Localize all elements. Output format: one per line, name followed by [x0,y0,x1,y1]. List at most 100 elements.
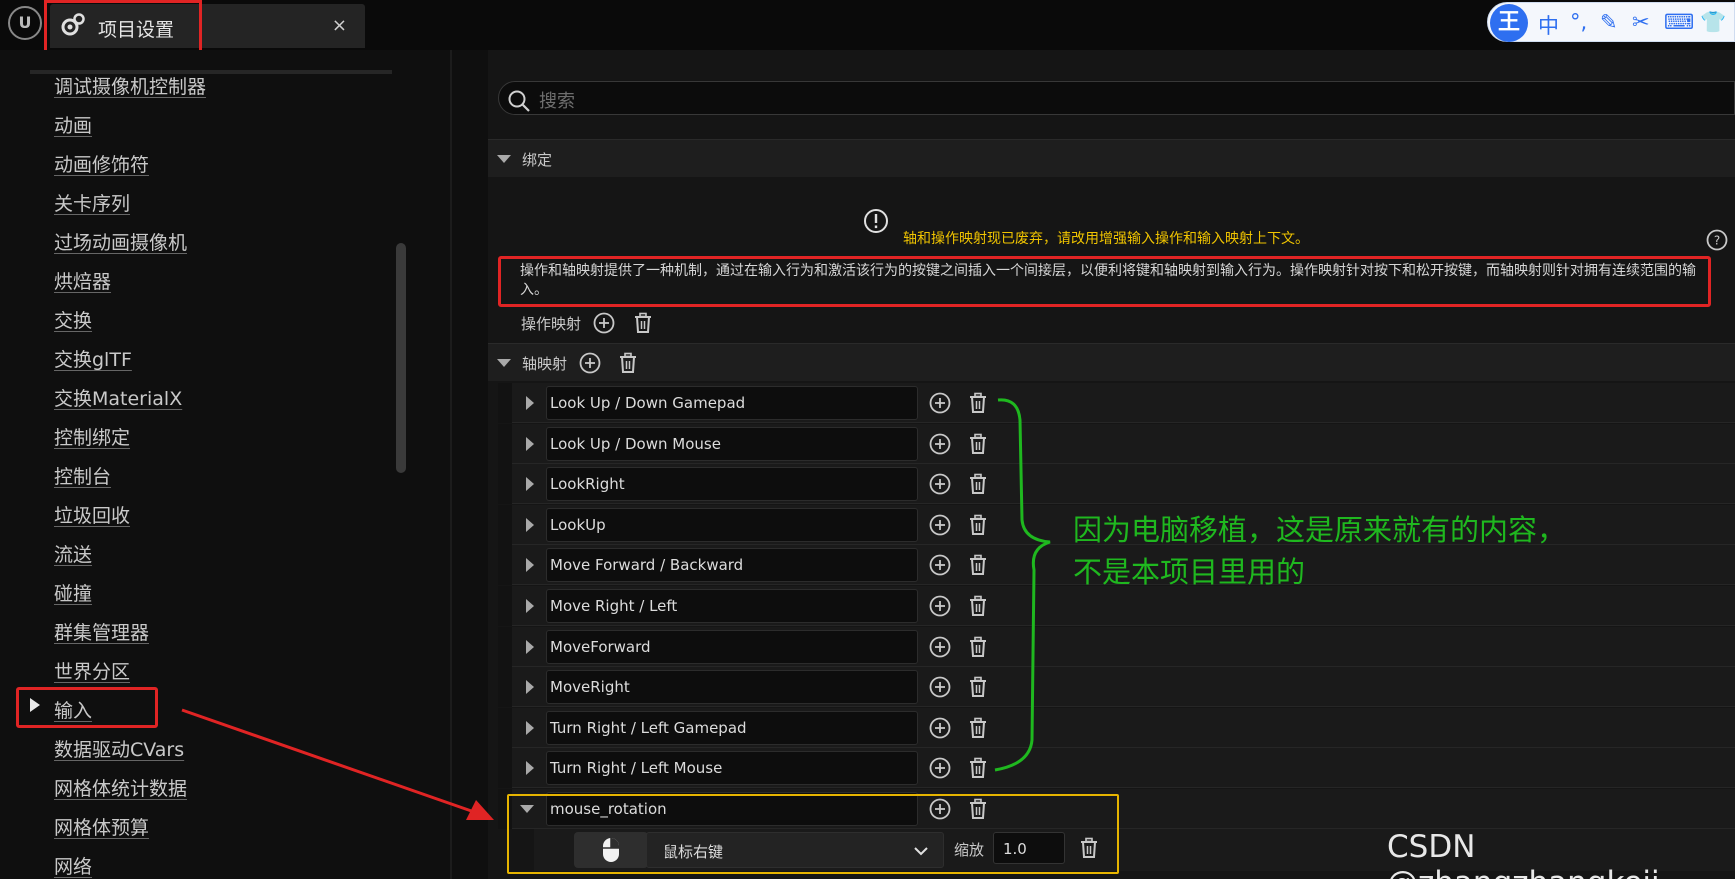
ime-toolbar[interactable]: 王 中 °, ✎ ✂ ⌨ 👕 [1487,2,1735,42]
delete-mapping-icon[interactable] [966,675,990,699]
axis-mapping-name[interactable]: Turn Right / Left Gamepad [550,719,747,737]
axis-mapping-name-field[interactable]: Move Right / Left [546,589,918,623]
add-axis-mapping-icon[interactable] [578,351,602,375]
delete-mapping-icon[interactable] [966,553,990,577]
axis-mapping-name[interactable]: Look Up / Down Gamepad [550,394,745,412]
sidebar-item-cinematic-camera[interactable]: 过场动画摄像机 [54,228,187,255]
action-mappings-label: 操作映射 [521,315,582,333]
axis-mapping-name[interactable]: MoveRight [550,678,630,696]
expand-arrow-icon[interactable] [526,599,534,613]
ime-skin-icon[interactable]: 👕 [1700,10,1726,35]
sidebar-item-garbage-collection[interactable]: 垃圾回收 [54,501,130,528]
delete-mapping-icon[interactable] [966,756,990,780]
sidebar-item-world-partition[interactable]: 世界分区 [54,657,130,684]
delete-mapping-icon[interactable] [966,594,990,618]
axis-mapping-name[interactable]: Turn Right / Left Mouse [550,759,722,777]
axis-mapping-name[interactable]: Look Up / Down Mouse [550,435,721,453]
add-key-icon[interactable] [928,716,952,740]
sidebar-item-streaming[interactable]: 流送 [54,540,92,567]
add-key-icon[interactable] [928,675,952,699]
expand-arrow-icon[interactable] [526,396,534,410]
expand-arrow-icon[interactable] [526,761,534,775]
delete-mapping-icon[interactable] [966,472,990,496]
axis-mapping-name-field[interactable]: MoveRight [546,670,918,704]
axis-mapping-name-field[interactable]: Look Up / Down Gamepad [546,386,918,420]
add-key-icon[interactable] [928,594,952,618]
sidebar-item-crowd-manager[interactable]: 群集管理器 [54,618,149,645]
sidebar-item-console[interactable]: 控制台 [54,462,111,489]
search-box[interactable]: 搜索 [498,81,1735,115]
expand-arrow-icon[interactable] [526,721,534,735]
sidebar-item-control-rig[interactable]: 控制绑定 [54,423,130,450]
sidebar-item-mesh-statistics[interactable]: 网格体统计数据 [54,774,187,801]
sidebar-item-animation-modifiers[interactable]: 动画修饰符 [54,150,149,177]
annotation-line-2: 不是本项目里用的 [1073,555,1306,589]
axis-mapping-name-field[interactable]: LookUp [546,508,918,542]
clear-axis-mappings-icon[interactable] [616,351,640,375]
sidebar-item-network[interactable]: 网络 [54,852,92,879]
axis-mapping-name[interactable]: MoveForward [550,638,651,656]
expand-arrow-icon[interactable] [526,437,534,451]
help-icon[interactable]: ? [1706,229,1728,251]
axis-mappings-label: 轴映射 [522,355,568,373]
ime-keyboard-icon[interactable]: ⌨ [1664,10,1694,34]
axis-mappings-header[interactable]: 轴映射 [488,343,1735,381]
sidebar-item-interchange[interactable]: 交换 [54,306,92,333]
ime-logo-icon[interactable]: 王 [1490,4,1528,42]
expand-arrow-icon[interactable] [526,558,534,572]
sidebar-scrollbar[interactable] [396,243,406,473]
axis-mapping-name-field[interactable]: Move Forward / Backward [546,548,918,582]
axis-mapping-name-field[interactable]: Turn Right / Left Mouse [546,751,918,785]
row-indent-guide [498,748,512,788]
delete-mapping-icon[interactable] [966,635,990,659]
axis-mapping-name[interactable]: Move Right / Left [550,597,677,615]
axis-mapping-name-field[interactable]: Look Up / Down Mouse [546,427,918,461]
axis-mapping-name[interactable]: Move Forward / Backward [550,556,743,574]
delete-mapping-icon[interactable] [966,391,990,415]
expand-arrow-icon[interactable] [526,518,534,532]
axis-mapping-name-field[interactable]: LookRight [546,467,918,501]
add-key-icon[interactable] [928,635,952,659]
sidebar-item-interchange-gltf[interactable]: 交换glTF [54,345,132,372]
add-key-icon[interactable] [928,391,952,415]
clear-action-mappings-icon[interactable] [631,311,655,335]
delete-mapping-icon[interactable] [966,716,990,740]
sidebar-item-level-sequence[interactable]: 关卡序列 [54,189,130,216]
add-key-icon[interactable] [928,553,952,577]
ime-scissors-icon[interactable]: ✂ [1632,10,1650,34]
add-key-icon[interactable] [928,472,952,496]
collapse-arrow-icon[interactable] [497,359,511,367]
add-key-icon[interactable] [928,756,952,780]
ime-chinese-mode-icon[interactable]: 中 [1538,10,1559,40]
add-key-icon[interactable] [928,432,952,456]
panel-divider[interactable] [450,50,452,879]
sidebar-item-data-driven-cvars[interactable]: 数据驱动CVars [54,735,184,762]
delete-mapping-icon[interactable] [966,432,990,456]
sidebar-item-collision[interactable]: 碰撞 [54,579,92,606]
expand-arrow-icon[interactable] [526,477,534,491]
sidebar-item-baker[interactable]: 烘焙器 [54,267,111,294]
ime-pen-icon[interactable]: ✎ [1600,10,1618,34]
add-action-mapping-icon[interactable] [592,311,616,335]
expand-arrow-icon[interactable] [526,680,534,694]
collapse-arrow-icon[interactable] [497,155,511,163]
row-indent-guide [498,505,512,545]
bindings-header[interactable]: 绑定 [488,139,1735,177]
unreal-logo-icon[interactable]: U [8,6,42,40]
add-key-icon[interactable] [928,513,952,537]
ime-punctuation-icon[interactable]: °, [1570,10,1587,34]
axis-mapping-name-field[interactable]: Turn Right / Left Gamepad [546,711,918,745]
sidebar-item-debug-camera[interactable]: 调试摄像机控制器 [54,72,206,99]
sidebar-item-mesh-budget[interactable]: 网格体预算 [54,813,149,840]
sidebar-item-interchange-materialx[interactable]: 交换MaterialX [54,384,182,411]
delete-mapping-icon[interactable] [966,513,990,537]
svg-text:?: ? [1714,234,1720,248]
axis-mapping-name[interactable]: LookUp [550,516,606,534]
close-icon[interactable]: × [332,15,347,36]
search-icon [508,90,530,112]
axis-mapping-name-field[interactable]: MoveForward [546,630,918,664]
sidebar-item-animation[interactable]: 动画 [54,111,92,138]
search-input[interactable]: 搜索 [539,87,575,113]
expand-arrow-icon[interactable] [526,640,534,654]
axis-mapping-name[interactable]: LookRight [550,475,625,493]
